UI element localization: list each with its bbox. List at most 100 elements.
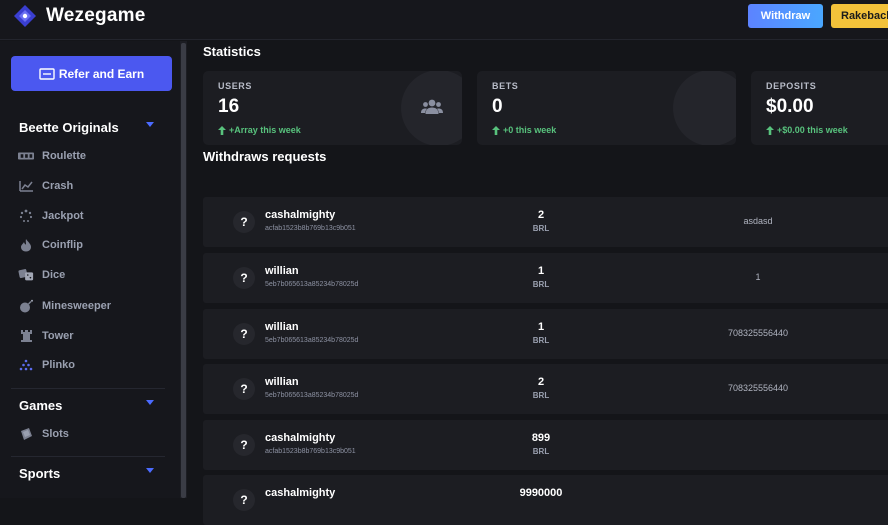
withdraw-currency: BRL [532, 280, 550, 289]
withdraw-user-id: acfab1523b8b769b13c9b051 [265, 225, 356, 232]
sidebar-item-coinflip[interactable]: Coinflip [18, 235, 83, 255]
card-decoration [673, 71, 736, 145]
logo[interactable]: Wezegame [10, 0, 145, 32]
withdraw-currency: BRL [532, 447, 550, 456]
rakeback-button[interactable]: Rakeback [831, 4, 888, 28]
dice-icon [18, 268, 34, 282]
sidebar-scrollbar[interactable] [180, 41, 187, 498]
withdraw-pix-key: asdasd [743, 216, 773, 226]
withdraw-currency: BRL [532, 391, 550, 400]
unknown-avatar-icon: ? [233, 489, 255, 511]
stat-delta: +0 this week [492, 125, 556, 135]
withdraw-row[interactable]: ? cashalmighty acfab1523b8b769b13c9b051 … [203, 420, 888, 470]
sidebar-divider [11, 456, 165, 457]
sidebar-item-minesweeper[interactable]: Minesweeper [18, 296, 111, 316]
top-bar: Wezegame Withdraw Rakeback [0, 0, 888, 40]
stat-label: BETS [492, 81, 519, 91]
sidebar-item-roulette[interactable]: Roulette [18, 146, 86, 166]
withdraw-username: willian [265, 376, 299, 388]
stat-delta: +Array this week [218, 125, 301, 135]
sidebar: Refer and Earn Beette Originals Roulette… [0, 41, 180, 498]
withdraw-button[interactable]: Withdraw [748, 4, 823, 28]
stat-delta: +$0.00 this week [766, 125, 848, 135]
sidebar-item-jackpot[interactable]: Jackpot [18, 206, 84, 226]
users-icon [421, 99, 443, 114]
arrow-up-icon [218, 125, 226, 135]
withdraw-pix-key: 708325556440 [727, 328, 789, 338]
unknown-avatar-icon: ? [233, 434, 255, 456]
main-content: Statistics USERS 16 +Array this week BET… [188, 41, 888, 525]
sidebar-item-label: Tower [42, 330, 74, 342]
withdraw-row[interactable]: ? willian 5eb7b065613a85234b78025d 1 BRL… [203, 253, 888, 303]
roulette-icon [18, 149, 34, 163]
stat-delta-text: +$0.00 this week [777, 125, 848, 135]
arrow-up-icon [766, 125, 774, 135]
stat-label: DEPOSITS [766, 81, 817, 91]
bomb-icon [18, 299, 34, 313]
chevron-down-icon[interactable] [146, 400, 154, 405]
withdraw-user-id: 5eb7b065613a85234b78025d [265, 392, 359, 399]
withdraw-pix-key: 1 [755, 272, 761, 282]
refer-and-earn-label: Refer and Earn [58, 66, 145, 81]
section-title-originals: Beette Originals [19, 120, 119, 135]
withdraws-title: Withdraws requests [203, 149, 327, 164]
sidebar-item-crash[interactable]: Crash [18, 176, 73, 196]
stat-value: 0 [492, 96, 503, 117]
statistics-title: Statistics [203, 44, 261, 59]
sidebar-item-label: Dice [42, 269, 66, 281]
arrow-up-icon [492, 125, 500, 135]
sidebar-item-label: Plinko [42, 359, 76, 371]
stat-delta-text: +Array this week [229, 125, 301, 135]
sidebar-item-slots[interactable]: Slots [18, 424, 69, 444]
withdraw-user-id: 5eb7b065613a85234b78025d [265, 337, 359, 344]
withdraw-row[interactable]: ? willian 5eb7b065613a85234b78025d 1 BRL… [203, 309, 888, 359]
withdraw-currency: BRL [532, 224, 550, 233]
stat-label: USERS [218, 81, 253, 91]
stat-delta-text: +0 this week [503, 125, 557, 135]
sidebar-item-label: Coinflip [42, 239, 83, 251]
withdraw-pix-key: 708325556440 [727, 383, 789, 393]
stat-card-users: USERS 16 +Array this week [203, 71, 462, 145]
sidebar-item-label: Minesweeper [42, 300, 112, 312]
unknown-avatar-icon: ? [233, 323, 255, 345]
brand-name: Wezegame [46, 5, 146, 26]
brand-logo-icon [14, 5, 36, 27]
section-title-sports: Sports [19, 466, 61, 481]
sidebar-item-label: Crash [42, 180, 74, 192]
withdraw-row[interactable]: ? willian 5eb7b065613a85234b78025d 2 BRL… [203, 364, 888, 414]
withdraw-row[interactable]: ? cashalmighty acfab1523b8b769b13c9b051 … [203, 197, 888, 247]
chevron-down-icon[interactable] [146, 468, 154, 473]
stat-value: 16 [218, 96, 240, 117]
spinner-icon [18, 209, 34, 223]
sidebar-item-dice[interactable]: Dice [18, 265, 65, 285]
sidebar-item-label: Roulette [42, 150, 86, 162]
unknown-avatar-icon: ? [233, 267, 255, 289]
unknown-avatar-icon: ? [233, 378, 255, 400]
withdraw-amount: 1 [537, 265, 545, 277]
sidebar-item-label: Jackpot [42, 210, 84, 222]
refer-and-earn-button[interactable]: Refer and Earn [11, 56, 172, 91]
sidebar-item-tower[interactable]: Tower [18, 326, 74, 346]
scrollbar-thumb[interactable] [181, 43, 186, 498]
plinko-icon [18, 358, 34, 372]
withdraw-amount: 2 [537, 376, 545, 388]
withdraw-row[interactable]: ? cashalmighty 9990000 [203, 475, 888, 525]
slots-icon [18, 427, 34, 441]
withdraw-amount: 2 [537, 209, 545, 221]
withdraw-username: willian [265, 265, 299, 277]
chart-icon [18, 179, 34, 193]
stat-card-bets: BETS 0 +0 this week [477, 71, 736, 145]
withdraw-amount: 899 [531, 432, 551, 444]
tower-icon [18, 329, 34, 343]
ticket-icon [39, 67, 55, 80]
unknown-avatar-icon: ? [233, 211, 255, 233]
stat-card-deposits: DEPOSITS $0.00 +$0.00 this week [751, 71, 888, 145]
chevron-down-icon[interactable] [146, 122, 154, 127]
withdraw-username: cashalmighty [265, 209, 336, 221]
withdraw-amount: 9990000 [519, 487, 563, 499]
sidebar-divider [11, 388, 165, 389]
withdraw-username: willian [265, 321, 299, 333]
withdraw-username: cashalmighty [265, 432, 336, 444]
sidebar-item-label: Slots [42, 428, 69, 440]
sidebar-item-plinko[interactable]: Plinko [18, 355, 75, 375]
